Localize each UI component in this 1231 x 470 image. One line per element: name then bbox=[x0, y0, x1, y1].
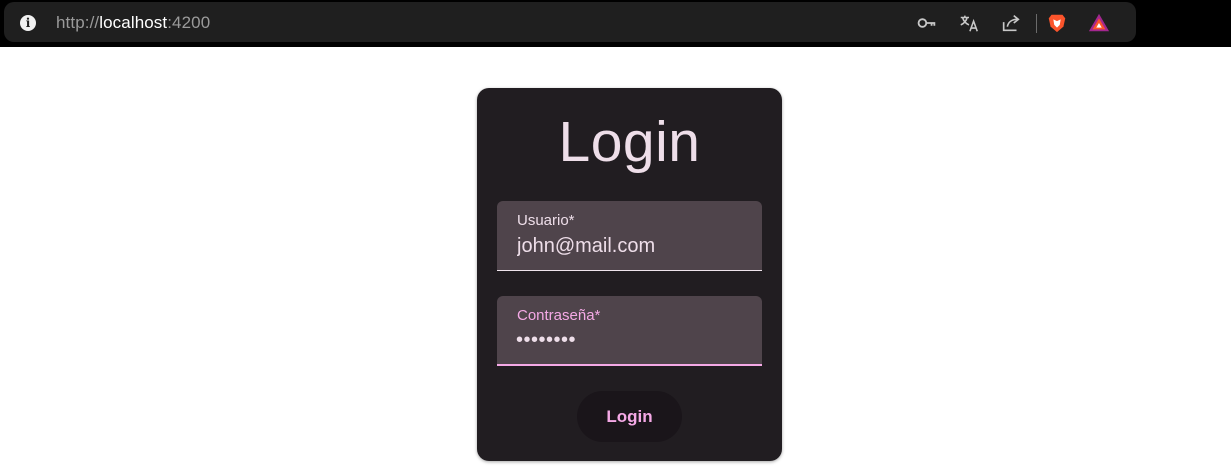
login-button[interactable]: Login bbox=[577, 391, 682, 442]
share-icon[interactable] bbox=[1000, 12, 1022, 34]
username-field[interactable]: Usuario* bbox=[497, 201, 762, 271]
key-icon[interactable] bbox=[916, 12, 938, 34]
password-label: Contraseña* bbox=[517, 307, 601, 324]
password-input[interactable]: •••••••• bbox=[516, 329, 576, 352]
username-label: Usuario* bbox=[517, 212, 575, 229]
brave-rewards-icon[interactable] bbox=[1088, 12, 1110, 34]
toolbar-separator bbox=[1036, 14, 1037, 33]
url-port: :4200 bbox=[167, 13, 211, 32]
brave-shields-icon[interactable] bbox=[1046, 12, 1068, 34]
info-icon[interactable]: i bbox=[20, 15, 36, 31]
password-field[interactable]: Contraseña* •••••••• bbox=[497, 296, 762, 366]
url-scheme: http:// bbox=[56, 13, 100, 32]
username-input[interactable] bbox=[517, 235, 747, 258]
url-text[interactable]: http://localhost:4200 bbox=[56, 13, 210, 33]
url-host: localhost bbox=[99, 13, 168, 32]
browser-toolbar: i http://localhost:4200 bbox=[0, 0, 1231, 47]
translate-icon[interactable] bbox=[958, 12, 980, 34]
page-title: Login bbox=[558, 110, 701, 174]
address-bar[interactable]: i http://localhost:4200 bbox=[4, 2, 1136, 42]
